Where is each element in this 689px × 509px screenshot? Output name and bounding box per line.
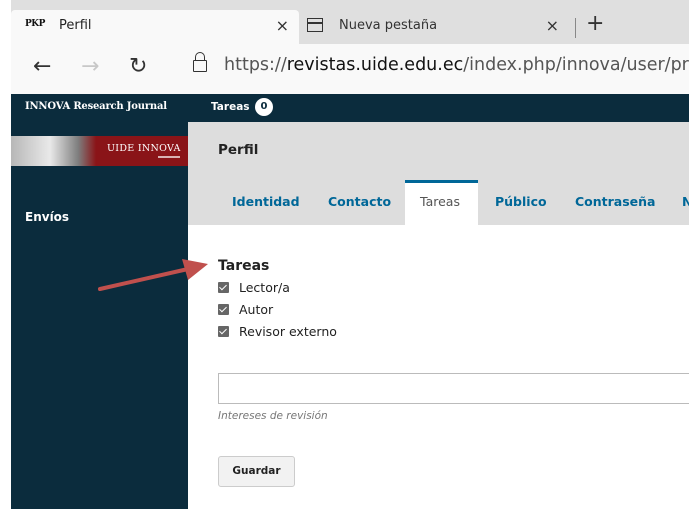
sidebar: UIDE INNOVA Envíos <box>11 122 188 509</box>
url-path: /index.php/innova/user/profil <box>463 55 689 75</box>
logo-subtitle-mark <box>158 156 180 158</box>
app-header: INNOVA Research Journal Tareas 0 <box>11 94 689 122</box>
tab-publico[interactable]: Público <box>495 194 547 209</box>
tab-notificaciones[interactable]: N <box>682 194 689 209</box>
tab-contacto[interactable]: Contacto <box>328 194 391 209</box>
role-label: Autor <box>239 302 274 317</box>
browser-toolbar: ← → ↻ https://revistas.uide.edu.ec/index… <box>11 44 689 94</box>
role-label: Lector/a <box>239 280 290 295</box>
save-button[interactable]: Guardar <box>218 456 295 487</box>
tab-title: Nueva pestaña <box>339 18 438 33</box>
tab-separator <box>575 18 576 38</box>
review-interests-label: Intereses de revisión <box>218 410 328 422</box>
refresh-icon[interactable]: ↻ <box>129 54 147 79</box>
address-bar[interactable]: https://revistas.uide.edu.ec/index.php/i… <box>224 55 689 75</box>
tab-tareas[interactable]: Tareas <box>405 180 478 225</box>
checkbox-checked-icon[interactable] <box>218 326 229 337</box>
url-scheme: https:// <box>224 55 287 75</box>
tasks-count-badge: 0 <box>255 98 273 116</box>
lock-icon[interactable] <box>193 52 207 72</box>
review-interests-input[interactable] <box>218 373 689 404</box>
tab-identidad[interactable]: Identidad <box>232 194 300 209</box>
journal-logo[interactable]: UIDE INNOVA <box>11 136 188 166</box>
browser-tab-strip: PKP Perfil × Nueva pestaña × + <box>11 0 689 44</box>
window-frame-edge <box>0 0 11 509</box>
profile-tabs: Identidad Contacto Tareas Público Contra… <box>188 180 689 225</box>
browser-tab-new[interactable]: Nueva pestaña × <box>299 10 569 44</box>
tab-contrasena[interactable]: Contraseña <box>575 194 656 209</box>
annotation-arrow-icon <box>98 259 208 291</box>
logo-text: UIDE INNOVA <box>107 143 181 154</box>
tasks-menu-link[interactable]: Tareas <box>211 101 250 113</box>
main-content: Perfil Identidad Contacto Tareas Público… <box>188 122 689 509</box>
roles-section-title: Tareas <box>218 258 270 274</box>
new-tab-page-icon <box>307 18 323 32</box>
page-title: Perfil <box>218 142 259 158</box>
back-arrow-icon[interactable]: ← <box>33 54 51 79</box>
page-header: Perfil Identidad Contacto Tareas Público… <box>188 122 689 225</box>
checkbox-checked-icon[interactable] <box>218 282 229 293</box>
role-label: Revisor externo <box>239 324 337 339</box>
close-icon[interactable]: × <box>546 16 559 35</box>
close-icon[interactable]: × <box>276 16 289 35</box>
tab-tareas-label: Tareas <box>420 194 460 209</box>
pkp-favicon-icon: PKP <box>25 19 45 29</box>
checkbox-checked-icon[interactable] <box>218 304 229 315</box>
new-tab-button[interactable]: + <box>586 11 604 36</box>
forward-arrow-icon[interactable]: → <box>81 54 99 79</box>
tab-title: Perfil <box>59 18 92 33</box>
sidebar-item-envios[interactable]: Envíos <box>25 210 69 224</box>
url-host: revistas.uide.edu.ec <box>286 55 464 75</box>
journal-brand-link[interactable]: INNOVA Research Journal <box>25 101 167 112</box>
browser-tab-perfil[interactable]: PKP Perfil × <box>11 10 299 44</box>
